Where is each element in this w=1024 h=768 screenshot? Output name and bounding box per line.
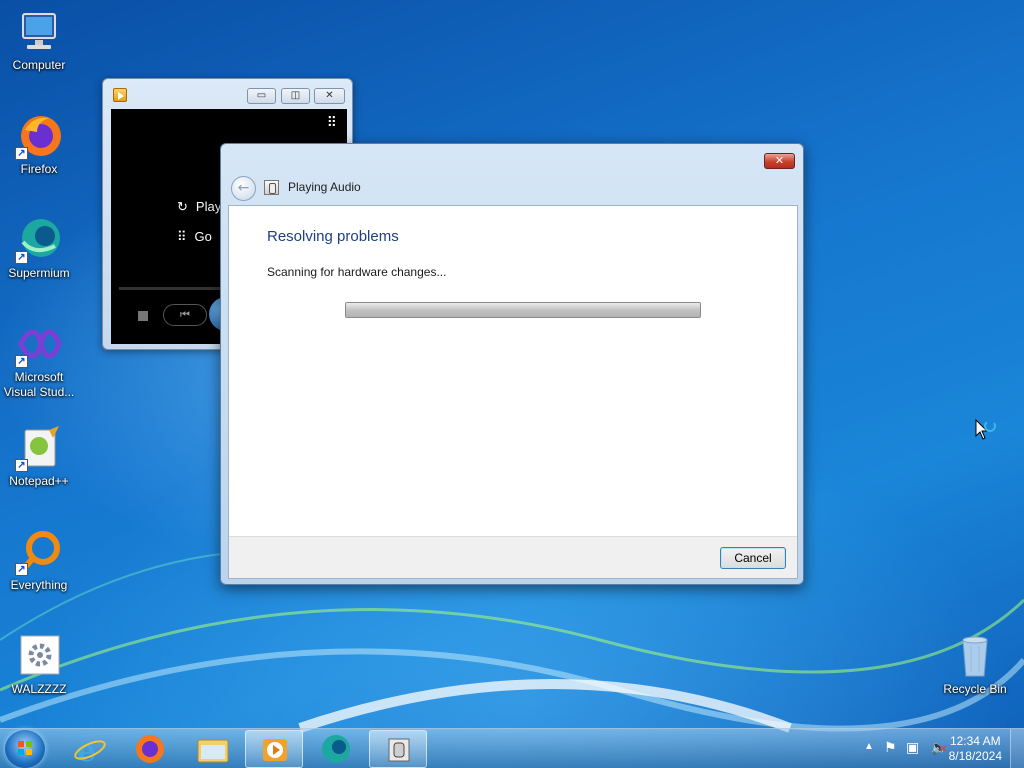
library-icon: ⠿	[177, 229, 187, 244]
volume-muted-icon[interactable]: 🔈 ✕	[930, 739, 947, 756]
firefox-icon: ↗	[15, 112, 63, 160]
desktop-icon-label: Firefox	[20, 162, 58, 176]
shortcut-arrow-icon: ↗	[15, 563, 28, 576]
computer-icon	[15, 8, 63, 56]
supermium-icon: ↗	[15, 216, 63, 264]
taskbar: e ▲ ⚑ ▣ 🔈 ✕ 12:34 AM 8/18/2024	[0, 728, 1024, 768]
taskbar-media-player[interactable]	[245, 730, 303, 768]
shortcut-arrow-icon: ↗	[15, 355, 28, 368]
dialog-content: Resolving problems Scanning for hardware…	[228, 205, 798, 579]
taskbar-supermium[interactable]	[307, 730, 365, 768]
svg-text:e: e	[77, 734, 96, 768]
busy-cursor-icon	[974, 418, 998, 447]
go-menu-item[interactable]: ⠿ Go	[177, 229, 212, 245]
show-hidden-icons-icon[interactable]: ▲	[864, 741, 874, 752]
stop-button[interactable]	[138, 311, 148, 321]
show-desktop-button[interactable]	[1010, 729, 1024, 768]
desktop-icon-supermium[interactable]: ↗ Supermium	[2, 216, 76, 281]
switch-to-library-icon[interactable]: ⠿	[327, 115, 337, 131]
shortcut-arrow-icon: ↗	[15, 251, 28, 264]
desktop-icon-label: Supermium	[8, 266, 70, 280]
troubleshooter-dialog[interactable]: ✕ ← Playing Audio Resolving problems Sca…	[220, 143, 804, 585]
desktop-icon-everything[interactable]: ↗ Everything	[2, 528, 76, 593]
taskbar-firefox[interactable]	[121, 730, 179, 768]
desktop-icon-recycle-bin[interactable]: Recycle Bin	[938, 632, 1012, 697]
desktop-icon-label: WALZZZZ	[11, 682, 67, 696]
everything-icon: ↗	[15, 528, 63, 576]
desktop-icon-label: Computer	[12, 58, 66, 72]
status-text: Scanning for hardware changes...	[267, 265, 447, 279]
windows-logo-icon	[18, 741, 32, 755]
visual-studio-icon: ↗	[15, 320, 63, 368]
desktop-icon-notepad-plus-plus[interactable]: ↗ Notepad++	[2, 424, 76, 489]
taskbar-file-explorer[interactable]	[183, 730, 241, 768]
desktop-icon-firefox[interactable]: ↗ Firefox	[2, 112, 76, 177]
shortcut-arrow-icon: ↗	[15, 147, 28, 160]
close-button[interactable]: ✕	[764, 153, 795, 169]
desktop-icon-visual-studio[interactable]: ↗ Microsoft Visual Stud...	[2, 320, 76, 400]
desktop-icon-walzzzz[interactable]: WALZZZZ	[2, 632, 76, 697]
desktop-icon-label: Notepad++	[9, 474, 69, 488]
troubleshooter-icon	[264, 180, 279, 195]
dialog-title: Playing Audio	[288, 180, 361, 194]
supermium-icon	[322, 735, 350, 763]
shortcut-arrow-icon: ↗	[15, 459, 28, 472]
recycle-bin-icon	[951, 632, 999, 680]
desktop-icon-label: Recycle Bin	[943, 682, 1007, 696]
desktop-icon-computer[interactable]: Computer	[2, 8, 76, 73]
clock-time: 12:34 AM	[949, 734, 1001, 748]
desktop-icon-label: Everything	[10, 578, 68, 592]
file-explorer-icon	[197, 739, 229, 763]
progress-fill	[346, 303, 700, 317]
taskbar-internet-explorer[interactable]: e	[61, 730, 119, 768]
back-arrow-icon[interactable]: ←	[231, 176, 256, 201]
minimize-button[interactable]: ▭	[247, 88, 276, 104]
page-heading: Resolving problems	[267, 228, 399, 245]
troubleshooter-icon	[388, 738, 410, 762]
cancel-button[interactable]: Cancel	[720, 547, 786, 569]
internet-explorer-icon: e	[74, 734, 106, 768]
windows-media-player-icon	[263, 739, 287, 761]
desktop-icon-label: Microsoft Visual Stud...	[3, 370, 75, 399]
close-button[interactable]: ✕	[314, 88, 345, 104]
clock-date: 8/18/2024	[948, 749, 1002, 763]
windows-media-player-icon	[113, 88, 127, 102]
network-icon[interactable]: ▣	[906, 739, 919, 756]
play-menu-item[interactable]: ↻ Play	[177, 199, 221, 215]
restore-button[interactable]: ◫	[281, 88, 310, 104]
clock[interactable]: 12:34 AM 8/18/2024	[949, 734, 1002, 764]
refresh-icon: ↻	[177, 199, 188, 214]
notepad-plus-plus-icon: ↗	[15, 424, 63, 472]
taskbar-troubleshooter[interactable]	[369, 730, 427, 768]
progress-bar	[345, 302, 701, 318]
previous-button[interactable]: ⏮	[163, 304, 207, 326]
start-button[interactable]	[5, 730, 45, 768]
dialog-footer: Cancel	[229, 536, 797, 578]
system-tray: ▲ ⚑ ▣ 🔈 ✕ 12:34 AM 8/18/2024	[834, 729, 1024, 768]
firefox-icon	[136, 735, 164, 763]
action-center-flag-icon[interactable]: ⚑	[884, 739, 897, 756]
settings-file-icon	[15, 632, 63, 680]
